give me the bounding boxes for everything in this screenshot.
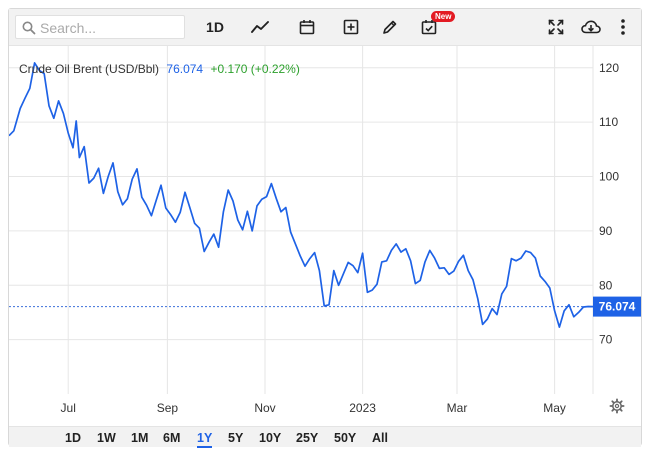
price-series-line xyxy=(9,62,594,328)
range-button-all[interactable]: All xyxy=(372,430,388,446)
y-tick-label: 90 xyxy=(599,224,613,238)
price-chart[interactable]: 70 80 90 100 110 120 Jul Sep Nov 2023 Mar May 76.0… xyxy=(9,9,641,426)
chart-widget: 1D xyxy=(8,8,642,448)
range-button-1m[interactable]: 1M xyxy=(131,430,148,446)
range-button-25y[interactable]: 25Y xyxy=(296,430,318,446)
y-tick-label: 80 xyxy=(599,278,613,292)
y-tick-label: 70 xyxy=(599,333,613,347)
settings-icon[interactable] xyxy=(609,398,625,414)
range-button-50y[interactable]: 50Y xyxy=(334,430,356,446)
range-button-6m[interactable]: 6M xyxy=(163,430,180,446)
chart-grid xyxy=(9,46,594,394)
instrument-name: Crude Oil Brent (USD/Bbl) xyxy=(19,62,159,76)
range-button-1w[interactable]: 1W xyxy=(97,430,116,446)
last-price: 76.074 xyxy=(166,62,203,76)
price-change: +0.170 (+0.22%) xyxy=(210,62,299,76)
y-tick-label: 120 xyxy=(599,61,619,75)
range-button-10y[interactable]: 10Y xyxy=(259,430,281,446)
chart-legend: Crude Oil Brent (USD/Bbl) 76.074 +0.170 … xyxy=(19,62,300,76)
range-button-1y[interactable]: 1Y xyxy=(197,430,213,448)
last-price-label: 76.074 xyxy=(599,300,636,314)
x-tick-label: Jul xyxy=(61,401,76,415)
x-tick-label: Mar xyxy=(447,401,468,415)
x-tick-label: May xyxy=(543,401,566,415)
range-selector: 1D 1W 1M 6M 1Y 5Y 10Y 25Y 50Y All xyxy=(9,426,641,448)
x-tick-label: 2023 xyxy=(349,401,376,415)
x-tick-label: Sep xyxy=(157,401,179,415)
y-tick-label: 110 xyxy=(599,115,618,129)
x-tick-label: Nov xyxy=(254,401,275,415)
range-button-1d[interactable]: 1D xyxy=(65,430,81,446)
y-tick-label: 100 xyxy=(599,170,619,184)
x-axis: Jul Sep Nov 2023 Mar May xyxy=(61,401,566,415)
range-button-5y[interactable]: 5Y xyxy=(228,430,243,446)
